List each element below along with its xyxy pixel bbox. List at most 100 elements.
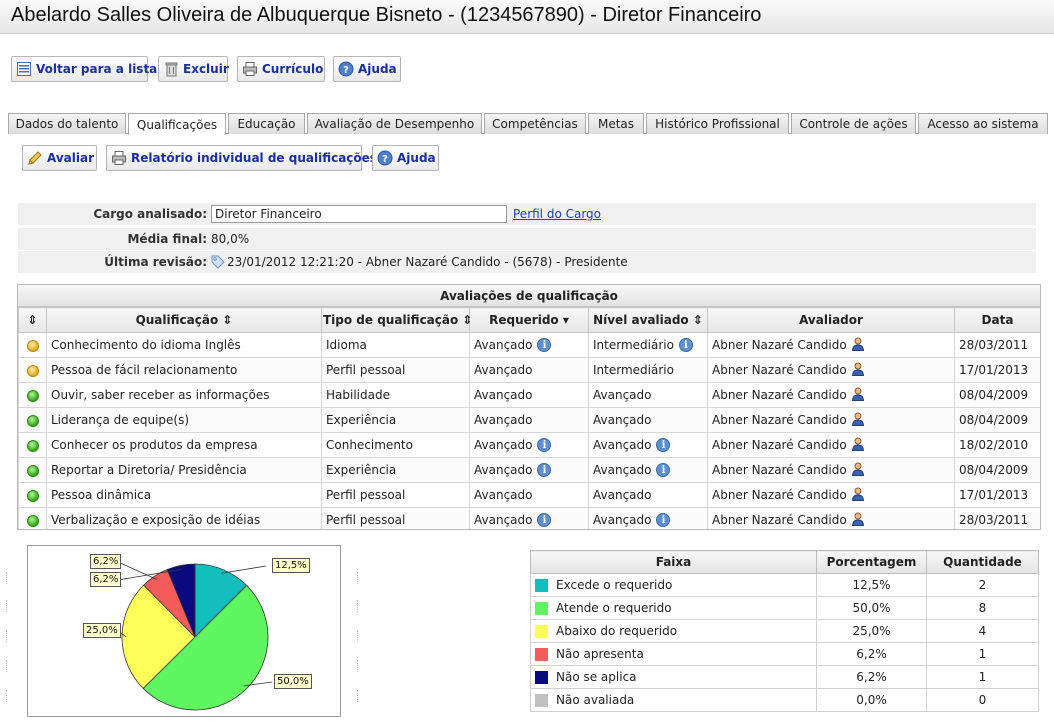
tab-controle-de-acoes[interactable]: Controle de ações	[791, 113, 916, 134]
info-icon[interactable]: i	[656, 463, 671, 478]
sort-column-header[interactable]: ⇕	[18, 307, 47, 333]
pie-data-label: 6,2%	[90, 554, 122, 569]
trash-icon	[163, 60, 179, 78]
data-cell: 08/04/2009	[959, 413, 1029, 427]
tipo-header[interactable]: Tipo de qualificação ⇕	[321, 307, 472, 333]
info-icon[interactable]: i	[537, 463, 552, 478]
table-row[interactable]: Pessoa dinâmica Perfil pessoal Avançado Ava…	[18, 482, 1040, 508]
nivel-header[interactable]: Nível avaliado ⇕	[588, 307, 708, 333]
nivel-cell: Avançado	[593, 488, 652, 502]
help-icon: ?	[377, 149, 393, 167]
status-icon	[26, 414, 39, 427]
person-icon[interactable]	[851, 337, 865, 354]
table-row[interactable]: Conhecer os produtos da empresa Conhecime…	[18, 432, 1040, 458]
divider	[6, 660, 9, 672]
porcentagem-cell: 12,5%	[852, 578, 891, 592]
back-to-list-button[interactable]: Voltar para a lista	[11, 56, 157, 82]
tipo-cell: Perfil pessoal	[326, 488, 406, 502]
faixa-cell: Atende o requerido	[556, 601, 672, 615]
help-button-top[interactable]: ? Ajuda	[333, 56, 401, 82]
avaliador-cell: Abner Nazaré Candido	[712, 387, 847, 402]
divider	[357, 630, 360, 642]
legend-row: Excede o requerido 12,5% 2	[530, 573, 1039, 597]
porcentagem-cell: 50,0%	[852, 601, 891, 615]
evaluate-label: Avaliar	[47, 151, 95, 165]
pie-leader-line	[221, 565, 267, 574]
person-icon[interactable]	[851, 412, 865, 429]
data-cell: 28/03/2011	[959, 338, 1029, 352]
porcentagem-cell: 25,0%	[852, 624, 891, 638]
table-row[interactable]: Liderança de equipe(s) Experiência Avançad…	[18, 407, 1040, 433]
table-row[interactable]: Verbalização e exposição de idéias Perfil…	[18, 507, 1040, 529]
legend-row: Abaixo do requerido 25,0% 4	[530, 619, 1039, 643]
evaluate-button[interactable]: Avaliar	[22, 145, 97, 171]
help-button-sub[interactable]: ? Ajuda	[372, 145, 439, 171]
person-icon[interactable]	[851, 462, 865, 479]
requerido-header[interactable]: Requerido ▾	[469, 307, 589, 333]
cargo-field[interactable]	[211, 205, 507, 223]
tab-dados-do-talento[interactable]: Dados do talento	[8, 113, 126, 134]
tipo-cell: Experiência	[326, 463, 397, 477]
tab-qualificacoes[interactable]: Qualificações	[128, 113, 226, 135]
person-icon[interactable]	[851, 487, 865, 504]
qualification-table: ⇕ Qualificação ⇕ Tipo de qualificação ⇕ …	[18, 307, 1040, 529]
info-icon[interactable]: i	[537, 438, 552, 453]
divider	[6, 630, 9, 642]
tipo-cell: Conhecimento	[326, 438, 413, 452]
divider	[357, 600, 360, 612]
table-row[interactable]: Ouvir, saber receber as informações Habil…	[18, 382, 1040, 408]
tab-educacao[interactable]: Educação	[228, 113, 305, 134]
resume-button[interactable]: Currículo	[237, 56, 325, 82]
data-cell: 18/02/2010	[959, 438, 1029, 452]
status-icon	[26, 464, 39, 477]
tab-metas[interactable]: Metas	[588, 113, 644, 134]
tab-acesso-ao-sistema[interactable]: Acesso ao sistema	[918, 113, 1048, 134]
qualificacao-cell: Ouvir, saber receber as informações	[51, 388, 270, 402]
qualificacao-header[interactable]: Qualificação ⇕	[46, 307, 322, 333]
table-row[interactable]: Conhecimento do idioma Inglês Idioma Avanç…	[18, 332, 1040, 358]
tab-avaliacao-de-desempenho[interactable]: Avaliação de Desempenho	[307, 113, 482, 134]
table-row[interactable]: Pessoa de fácil relacionamento Perfil pes…	[18, 357, 1040, 383]
status-icon	[26, 364, 39, 377]
quantidade-cell: 1	[978, 647, 987, 661]
avaliador-cell: Abner Nazaré Candido	[712, 337, 847, 352]
legend-body: Excede o requerido 12,5% 2 Atende o requeri…	[530, 573, 1039, 712]
delete-button[interactable]: Excluir	[158, 56, 229, 82]
requerido-cell: Avançado	[474, 388, 533, 402]
tipo-cell: Idioma	[326, 338, 367, 352]
tab-historico-profissional[interactable]: Histórico Profissional	[646, 113, 789, 134]
report-button[interactable]: Relatório individual de qualificações	[106, 145, 377, 171]
person-icon[interactable]	[851, 387, 865, 404]
person-icon[interactable]	[851, 362, 865, 379]
divider	[357, 572, 360, 584]
svg-text:?: ?	[343, 65, 349, 76]
color-swatch	[535, 579, 548, 592]
person-icon[interactable]	[851, 437, 865, 454]
cargo-row: Cargo analisado: Perfil do Cargo	[18, 203, 1036, 225]
help-label-top: Ajuda	[358, 62, 397, 76]
perfil-do-cargo-link[interactable]: Perfil do Cargo	[513, 207, 601, 221]
delete-label: Excluir	[183, 62, 229, 76]
info-icon[interactable]: i	[537, 513, 552, 528]
legend-row: Não avaliada 0,0% 0	[530, 688, 1039, 712]
status-icon	[26, 514, 39, 527]
avaliador-cell: Abner Nazaré Candido	[712, 512, 847, 527]
divider	[6, 690, 9, 702]
back-to-list-label: Voltar para a lista	[36, 62, 158, 76]
avaliador-cell: Abner Nazaré Candido	[712, 487, 847, 502]
pie-data-label: 6,2%	[90, 572, 122, 587]
person-icon[interactable]	[851, 512, 865, 529]
info-icon[interactable]: i	[656, 513, 671, 528]
info-icon[interactable]: i	[656, 438, 671, 453]
tipo-cell: Experiência	[326, 413, 397, 427]
color-swatch	[535, 694, 548, 707]
table-row[interactable]: Reportar a Diretoria/ Presidência Experiê…	[18, 457, 1040, 483]
revisao-row: Última revisão: 23/01/2012 12:21:20 - Ab…	[18, 251, 1036, 273]
info-icon[interactable]: i	[678, 338, 693, 353]
faixa-cell: Não avaliada	[556, 693, 635, 707]
legend-table: Faixa Porcentagem Quantidade Excede o re…	[530, 550, 1039, 712]
data-cell: 08/04/2009	[959, 388, 1029, 402]
info-icon[interactable]: i	[537, 338, 552, 353]
tab-competencias[interactable]: Competências	[484, 113, 586, 134]
requerido-cell: Avançado	[474, 437, 533, 452]
